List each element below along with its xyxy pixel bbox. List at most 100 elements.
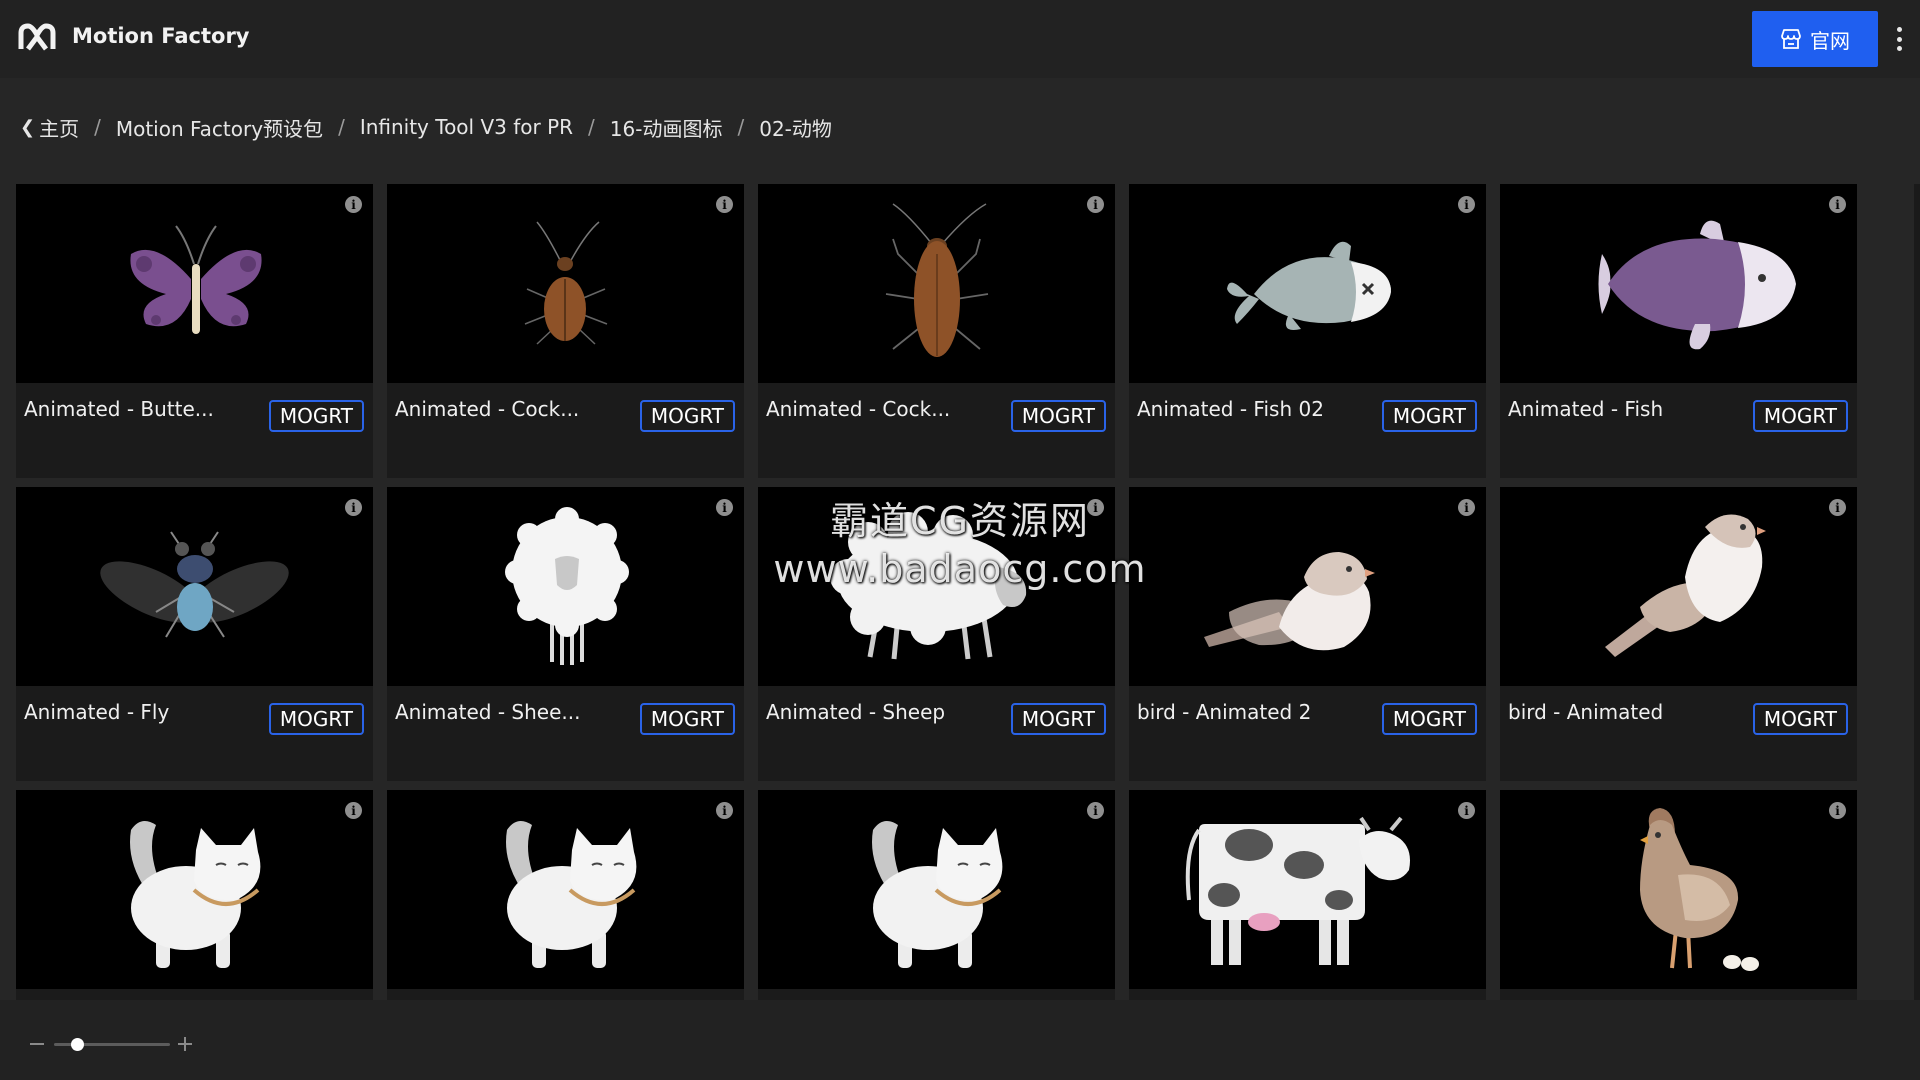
preset-card[interactable]: i [1129, 790, 1486, 1000]
preset-card[interactable]: i [1500, 790, 1857, 1000]
chevron-left-icon[interactable]: ❮ [20, 117, 35, 138]
preset-title: Animated - Butte... [24, 397, 214, 421]
preset-card[interactable]: i Animated - Cock... MOGRT [758, 184, 1115, 478]
more-menu-icon[interactable] [1890, 24, 1908, 54]
preset-title: Animated - Sheep [766, 700, 946, 724]
preset-thumbnail[interactable]: i [387, 184, 744, 383]
breadcrumb-separator: / [94, 115, 101, 139]
info-icon[interactable]: i [345, 499, 362, 516]
breadcrumb-separator: / [588, 115, 595, 139]
info-icon[interactable]: i [716, 802, 733, 819]
cockroach-icon [524, 221, 608, 345]
zoom-in-icon[interactable] [178, 1037, 192, 1051]
info-icon[interactable]: i [345, 196, 362, 213]
butterfly-icon [130, 225, 262, 334]
official-site-label: 官网 [1810, 28, 1850, 53]
fish-icon [1227, 241, 1391, 330]
cockroach-icon [885, 203, 989, 357]
preset-card[interactable]: i bird - Animated MOGRT [1500, 487, 1857, 781]
preset-card[interactable]: i Animated - Fish MOGRT [1500, 184, 1857, 478]
preset-card[interactable]: i Animated - Shee... MOGRT [387, 487, 744, 781]
bird-icon [1204, 552, 1375, 651]
mogrt-badge: MOGRT [268, 400, 364, 432]
top-bar: Motion Factory 官网 [0, 0, 1920, 78]
mogrt-badge: MOGRT [1010, 703, 1106, 735]
breadcrumb-animals: 02-动物 [759, 116, 832, 141]
sheep-icon [830, 512, 1027, 660]
breadcrumb-separator: / [737, 115, 745, 139]
info-icon[interactable]: i [1458, 499, 1475, 516]
preset-card[interactable]: i [16, 790, 373, 1000]
app-title: Motion Factory [72, 24, 250, 48]
mogrt-badge: MOGRT [268, 703, 364, 735]
breadcrumb-animated-icons[interactable]: 16-动画图标 [610, 113, 723, 142]
preset-thumbnail[interactable]: i [16, 487, 373, 686]
store-icon [1781, 29, 1801, 49]
preset-title: Animated - Fly [24, 700, 170, 724]
info-icon[interactable]: i [345, 802, 362, 819]
preset-card[interactable]: i Animated - Butte... MOGRT [16, 184, 373, 478]
preset-card[interactable]: i [387, 790, 744, 1000]
mogrt-badge: MOGRT [1752, 400, 1848, 432]
info-icon[interactable]: i [716, 196, 733, 213]
preset-thumbnail[interactable]: i [758, 184, 1115, 383]
breadcrumb-infinity-tool[interactable]: Infinity Tool V3 for PR [360, 115, 573, 139]
zoom-out-icon[interactable] [30, 1043, 44, 1045]
info-icon[interactable]: i [1458, 802, 1475, 819]
mogrt-badge: MOGRT [1381, 400, 1477, 432]
grid-scrollbar[interactable] [1914, 184, 1920, 1000]
preset-card[interactable]: i Animated - Fly MOGRT [16, 487, 373, 781]
motion-factory-logo-icon[interactable] [18, 23, 56, 53]
preset-thumbnail[interactable]: i [1129, 184, 1486, 383]
cat-icon [872, 821, 1003, 968]
preset-card[interactable]: i bird - Animated 2 MOGRT [1129, 487, 1486, 781]
preset-grid: i Animated - Butte... MOGRT i Animated -… [16, 184, 1858, 1000]
info-icon[interactable]: i [1087, 196, 1104, 213]
mogrt-badge: MOGRT [1010, 400, 1106, 432]
bird-icon [1605, 514, 1766, 657]
info-icon[interactable]: i [1458, 196, 1475, 213]
preset-thumbnail[interactable]: i [16, 184, 373, 383]
breadcrumb-preset-pack[interactable]: Motion Factory预设包 [116, 113, 323, 142]
mogrt-badge: MOGRT [1381, 703, 1477, 735]
preset-thumbnail[interactable]: i [387, 790, 744, 989]
breadcrumb-separator: / [338, 115, 345, 139]
info-icon[interactable]: i [716, 499, 733, 516]
preset-thumbnail[interactable]: i [1129, 790, 1486, 989]
hen-icon [1640, 808, 1759, 971]
preset-thumbnail[interactable]: i [1500, 790, 1857, 989]
breadcrumb-home[interactable]: 主页 [39, 113, 79, 142]
mogrt-badge: MOGRT [1752, 703, 1848, 735]
preset-card[interactable]: i Animated - Cock... MOGRT [387, 184, 744, 478]
preset-card[interactable]: i [758, 790, 1115, 1000]
fish-icon [1598, 220, 1796, 350]
bottom-bar [0, 1000, 1920, 1080]
info-icon[interactable]: i [1087, 802, 1104, 819]
preset-title: Animated - Cock... [766, 397, 951, 421]
cat-icon [130, 821, 261, 968]
zoom-slider-handle[interactable] [70, 1038, 84, 1051]
preset-card[interactable]: i Animated - Fish 02 MOGRT [1129, 184, 1486, 478]
info-icon[interactable]: i [1829, 196, 1846, 213]
cat-icon [506, 821, 637, 968]
cow-icon [1185, 816, 1410, 965]
preset-title: bird - Animated [1508, 700, 1664, 724]
preset-title: Animated - Shee... [395, 700, 581, 724]
preset-card[interactable]: i Animated - Sheep MOGRT [758, 487, 1115, 781]
preset-thumbnail[interactable]: i [758, 790, 1115, 989]
preset-thumbnail[interactable]: i [16, 790, 373, 989]
preset-thumbnail[interactable]: i [1500, 184, 1857, 383]
preset-thumbnail[interactable]: i [387, 487, 744, 686]
sheep-icon [505, 507, 629, 665]
preset-thumbnail[interactable]: i [1500, 487, 1857, 686]
preset-title: Animated - Fish [1508, 397, 1664, 421]
info-icon[interactable]: i [1087, 499, 1104, 516]
info-icon[interactable]: i [1829, 802, 1846, 819]
info-icon[interactable]: i [1829, 499, 1846, 516]
preset-thumbnail[interactable]: i [758, 487, 1115, 686]
preset-thumbnail[interactable]: i [1129, 487, 1486, 686]
mogrt-badge: MOGRT [639, 703, 735, 735]
breadcrumb: ❮ 主页 / Motion Factory预设包 / Infinity Tool… [20, 112, 832, 142]
mogrt-badge: MOGRT [639, 400, 735, 432]
official-site-button[interactable]: 官网 [1752, 11, 1878, 67]
